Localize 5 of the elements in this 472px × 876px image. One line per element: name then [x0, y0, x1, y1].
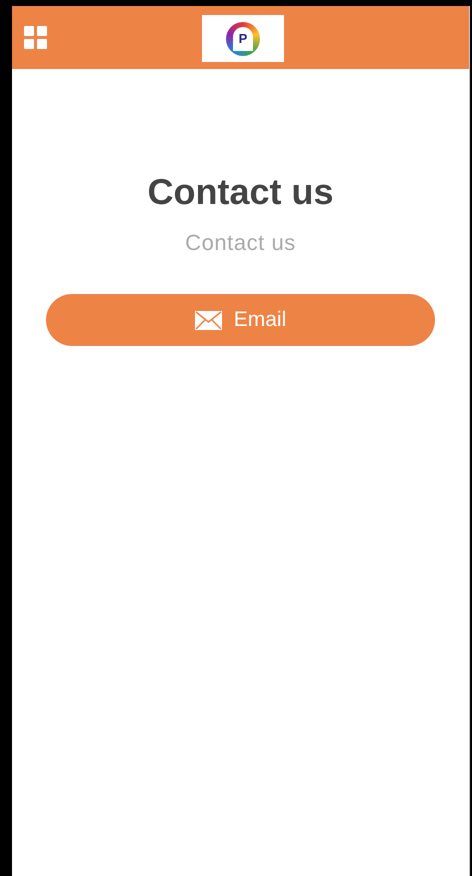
envelope-icon	[194, 310, 222, 330]
grid-menu-icon[interactable]	[24, 26, 48, 50]
logo[interactable]: P	[202, 15, 284, 62]
page-subtitle: Contact us	[185, 232, 296, 254]
page-title: Contact us	[147, 174, 334, 210]
